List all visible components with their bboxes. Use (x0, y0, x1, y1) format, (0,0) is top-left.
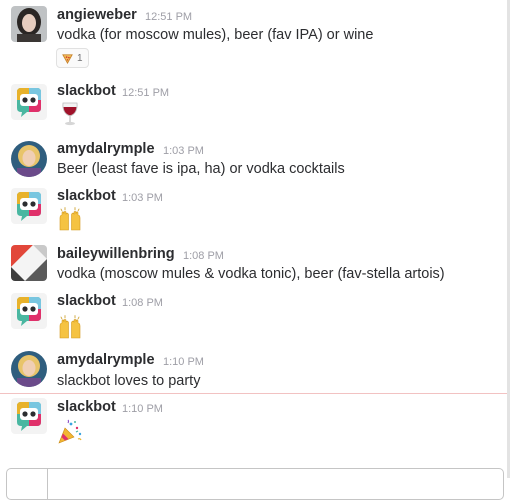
party-popper-icon (58, 419, 82, 444)
photo-avatar-icon (11, 141, 47, 177)
message: angieweber 12:51 PM vodka (for moscow mu… (0, 0, 507, 72)
avatar-angieweber[interactable] (11, 6, 47, 42)
message-text: vodka (for moscow mules), beer (fav IPA)… (57, 27, 374, 43)
reaction-count: 1 (77, 52, 83, 64)
avatar-baileywillenbring[interactable] (11, 245, 47, 281)
timestamp[interactable]: 12:51 PM (122, 87, 169, 99)
avatar-slackbot[interactable] (11, 293, 47, 329)
message: slackbot 1:10 PM (0, 394, 507, 454)
timestamp[interactable]: 12:51 PM (145, 11, 192, 23)
username[interactable]: baileywillenbring (57, 246, 175, 262)
emoji (57, 314, 83, 340)
emoji (57, 206, 83, 232)
attach-button[interactable] (7, 469, 48, 499)
raised-hands-icon (59, 315, 81, 339)
message-text: vodka (moscow mules & vodka tonic), beer… (57, 266, 445, 282)
message-input[interactable] (6, 468, 504, 500)
slackbot-avatar-icon (11, 84, 47, 120)
geometric-avatar-icon (11, 245, 47, 281)
message: baileywillenbring 1:08 PM vodka (moscow … (0, 240, 507, 290)
message: slackbot 12:51 PM (0, 78, 507, 136)
pizza-icon (62, 53, 73, 64)
wine-glass-icon (62, 102, 78, 126)
timestamp[interactable]: 1:10 PM (122, 403, 163, 415)
reaction-button[interactable]: 1 (56, 48, 89, 68)
photo-avatar-icon (11, 351, 47, 387)
timestamp[interactable]: 1:08 PM (183, 250, 224, 262)
username[interactable]: slackbot (57, 188, 116, 204)
slackbot-avatar-icon (11, 293, 47, 329)
timestamp[interactable]: 1:08 PM (122, 297, 163, 309)
avatar-slackbot[interactable] (11, 188, 47, 224)
username[interactable]: amydalrymple (57, 352, 155, 368)
emoji (57, 419, 83, 445)
message-text: slackbot loves to party (57, 373, 201, 389)
username[interactable]: amydalrymple (57, 141, 155, 157)
timestamp[interactable]: 1:10 PM (163, 356, 204, 368)
avatar-amydalrymple[interactable] (11, 351, 47, 387)
message-text: Beer (least fave is ipa, ha) or vodka co… (57, 161, 345, 177)
username[interactable]: slackbot (57, 399, 116, 415)
username[interactable]: slackbot (57, 293, 116, 309)
message: amydalrymple 1:10 PM slackbot loves to p… (0, 346, 507, 393)
raised-hands-icon (59, 207, 81, 231)
avatar-amydalrymple[interactable] (11, 141, 47, 177)
emoji (57, 101, 83, 127)
message: slackbot 1:03 PM (0, 184, 507, 240)
avatar-slackbot[interactable] (11, 84, 47, 120)
timestamp[interactable]: 1:03 PM (122, 192, 163, 204)
message: slackbot 1:08 PM (0, 290, 507, 346)
timestamp[interactable]: 1:03 PM (163, 145, 204, 157)
username[interactable]: slackbot (57, 83, 116, 99)
photo-avatar-icon (11, 6, 47, 42)
slackbot-avatar-icon (11, 188, 47, 224)
message: amydalrymple 1:03 PM Beer (least fave is… (0, 136, 507, 186)
username[interactable]: angieweber (57, 7, 137, 23)
avatar-slackbot[interactable] (11, 398, 47, 434)
slackbot-avatar-icon (11, 398, 47, 434)
